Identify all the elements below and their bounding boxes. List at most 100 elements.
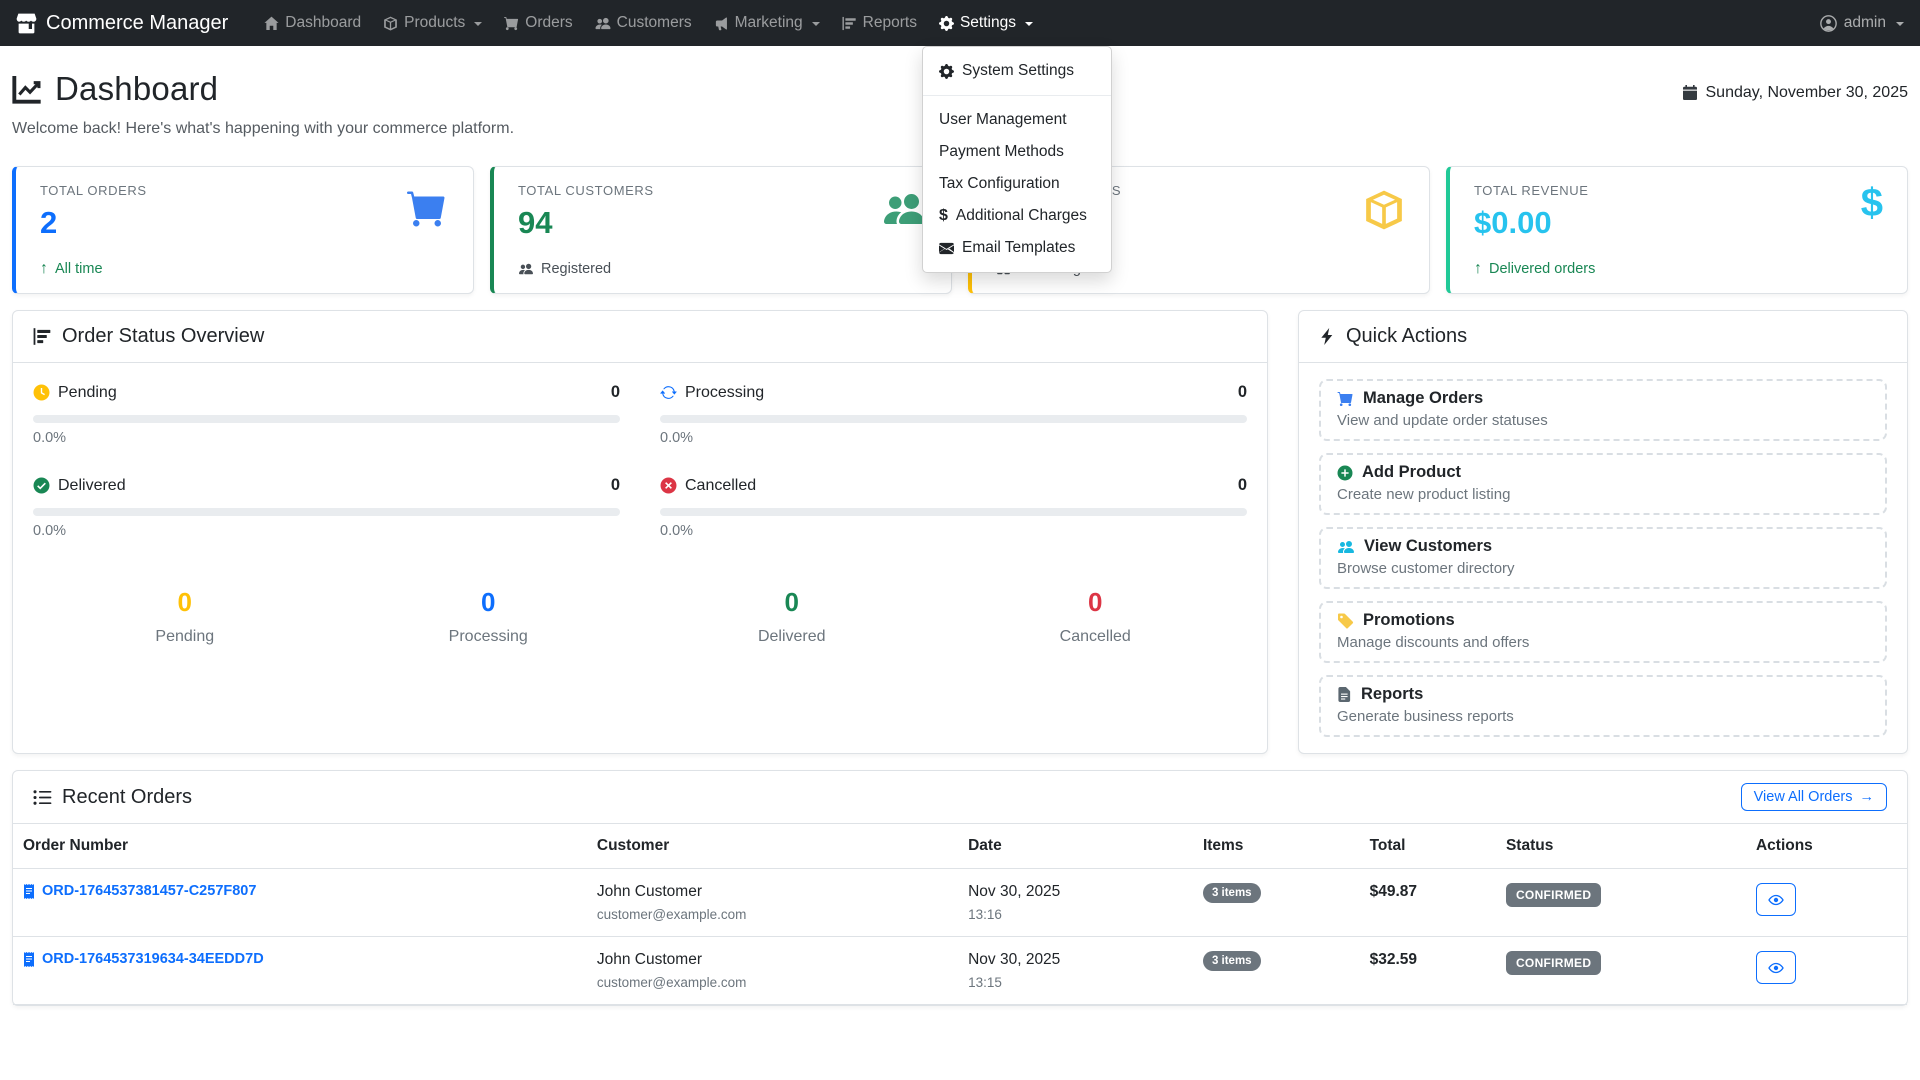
gear-icon <box>939 64 954 79</box>
col-total: Total <box>1360 824 1496 869</box>
menu-item-system-settings[interactable]: System Settings <box>923 55 1111 87</box>
summary-processing: 0 Processing <box>337 587 641 646</box>
order-time: 13:16 <box>968 907 1183 922</box>
check-circle-icon <box>33 477 50 494</box>
people-icon <box>518 262 534 276</box>
chevron-down-icon <box>1025 22 1033 26</box>
nav-item-settings[interactable]: Settings <box>939 14 1033 32</box>
bar-chart-icon <box>33 327 52 346</box>
stat-value: $0.00 <box>1474 205 1883 241</box>
menu-item-user-management[interactable]: User Management <box>923 104 1111 136</box>
quick-action-promotions[interactable]: Promotions Manage discounts and offers <box>1319 601 1887 663</box>
cart-icon <box>405 189 449 229</box>
dollar-icon: $ <box>1861 183 1883 223</box>
nav-item-orders[interactable]: Orders <box>504 14 572 32</box>
lightning-icon <box>1319 327 1336 346</box>
quick-action-reports[interactable]: Reports Generate business reports <box>1319 675 1887 737</box>
col-order-number: Order Number <box>13 824 587 869</box>
nav-item-marketing[interactable]: Marketing <box>714 14 820 32</box>
people-icon <box>881 189 927 229</box>
summary-cancelled: 0 Cancelled <box>944 587 1248 646</box>
megaphone-icon <box>714 16 729 31</box>
customer-name: John Customer <box>597 951 948 969</box>
status-block-processing: Processing 0 0.0% <box>660 383 1247 446</box>
view-order-button[interactable] <box>1756 883 1796 916</box>
order-number-link[interactable]: ORD-1764537381457-C257F807 <box>23 883 577 899</box>
menu-item-payment-methods[interactable]: Payment Methods <box>923 136 1111 168</box>
order-status-header: Order Status Overview <box>13 311 1267 363</box>
page-title: Dashboard <box>12 70 514 108</box>
stat-value: 94 <box>518 205 927 241</box>
nav-item-products[interactable]: Products <box>383 14 482 32</box>
cart-icon <box>504 16 519 31</box>
quick-action-add-product[interactable]: Add Product Create new product listing <box>1319 453 1887 515</box>
col-date: Date <box>958 824 1193 869</box>
user-menu[interactable]: admin <box>1820 14 1904 32</box>
menu-item-email-templates[interactable]: Email Templates <box>923 232 1111 264</box>
progress-bar-cancelled <box>660 508 1247 516</box>
people-icon <box>595 16 611 31</box>
order-status-card: Order Status Overview Pending 0 0.0% <box>12 310 1268 754</box>
box-icon <box>1363 189 1405 231</box>
plus-circle-icon <box>1337 465 1353 481</box>
status-summary: 0 Pending 0 Processing 0 Delivered 0 Can… <box>33 587 1247 646</box>
cart-icon <box>1337 391 1354 407</box>
x-circle-icon <box>660 477 677 494</box>
order-total: $49.87 <box>1370 883 1417 900</box>
sync-icon <box>660 384 677 401</box>
page-subtitle: Welcome back! Here's what's happening wi… <box>12 120 514 138</box>
arrow-right-icon: → <box>1860 789 1875 805</box>
user-label: admin <box>1844 14 1886 32</box>
progress-bar-delivered <box>33 508 620 516</box>
stat-label: TOTAL REVENUE <box>1474 183 1883 198</box>
current-date: Sunday, November 30, 2025 <box>1682 84 1909 102</box>
customer-name: John Customer <box>597 883 948 901</box>
people-icon <box>1337 539 1355 555</box>
dollar-icon: $ <box>939 208 948 224</box>
col-status: Status <box>1496 824 1746 869</box>
eye-icon <box>1768 960 1784 976</box>
stat-label: TOTAL CUSTOMERS <box>518 183 927 198</box>
progress-bar-pending <box>33 415 620 423</box>
order-number-link[interactable]: ORD-1764537319634-34EEDD7D <box>23 951 577 967</box>
stat-note: Registered <box>518 261 927 277</box>
stat-value: 2 <box>40 205 449 241</box>
graph-up-icon <box>12 74 43 105</box>
shop-icon <box>16 13 37 34</box>
customer-email: customer@example.com <box>597 907 948 922</box>
status-badge: CONFIRMED <box>1506 951 1601 975</box>
order-date: Nov 30, 2025 <box>968 883 1183 901</box>
quick-action-view-customers[interactable]: View Customers Browse customer directory <box>1319 527 1887 589</box>
menu-item-tax-configuration[interactable]: Tax Configuration <box>923 168 1111 200</box>
receipt-icon <box>23 884 35 899</box>
nav-links: Dashboard Products Orders Customers Mark… <box>264 14 1033 32</box>
status-block-delivered: Delivered 0 0.0% <box>33 476 620 539</box>
calendar-icon <box>1682 85 1698 101</box>
brand[interactable]: Commerce Manager <box>16 12 228 35</box>
settings-dropdown-menu: System Settings User Management Payment … <box>922 46 1112 273</box>
box-icon <box>383 16 398 31</box>
quick-action-manage-orders[interactable]: Manage Orders View and update order stat… <box>1319 379 1887 441</box>
order-date: Nov 30, 2025 <box>968 951 1183 969</box>
view-order-button[interactable] <box>1756 951 1796 984</box>
nav-item-dashboard[interactable]: Dashboard <box>264 14 361 32</box>
menu-item-additional-charges[interactable]: $ Additional Charges <box>923 200 1111 232</box>
items-badge: 3 items <box>1203 951 1261 971</box>
summary-delivered: 0 Delivered <box>640 587 944 646</box>
order-row: ORD-1764537381457-C257F807 John Customer… <box>13 869 1907 937</box>
view-all-orders-button[interactable]: View All Orders → <box>1741 783 1887 811</box>
nav-item-customers[interactable]: Customers <box>595 14 692 32</box>
nav-item-reports[interactable]: Reports <box>842 14 917 32</box>
stat-note: ↑ Delivered orders <box>1474 261 1883 277</box>
quick-actions-card: Quick Actions Manage Orders View and upd… <box>1298 310 1908 754</box>
bar-chart-icon <box>842 16 857 31</box>
stat-note: ↑ All time <box>40 261 449 277</box>
menu-divider <box>923 95 1111 96</box>
chevron-down-icon <box>474 22 482 26</box>
order-total: $32.59 <box>1370 951 1417 968</box>
gear-icon <box>939 16 954 31</box>
arrow-up-icon: ↑ <box>40 261 48 277</box>
orders-table: Order Number Customer Date Items Total S… <box>13 824 1907 1005</box>
customer-email: customer@example.com <box>597 975 948 990</box>
eye-icon <box>1768 892 1784 908</box>
